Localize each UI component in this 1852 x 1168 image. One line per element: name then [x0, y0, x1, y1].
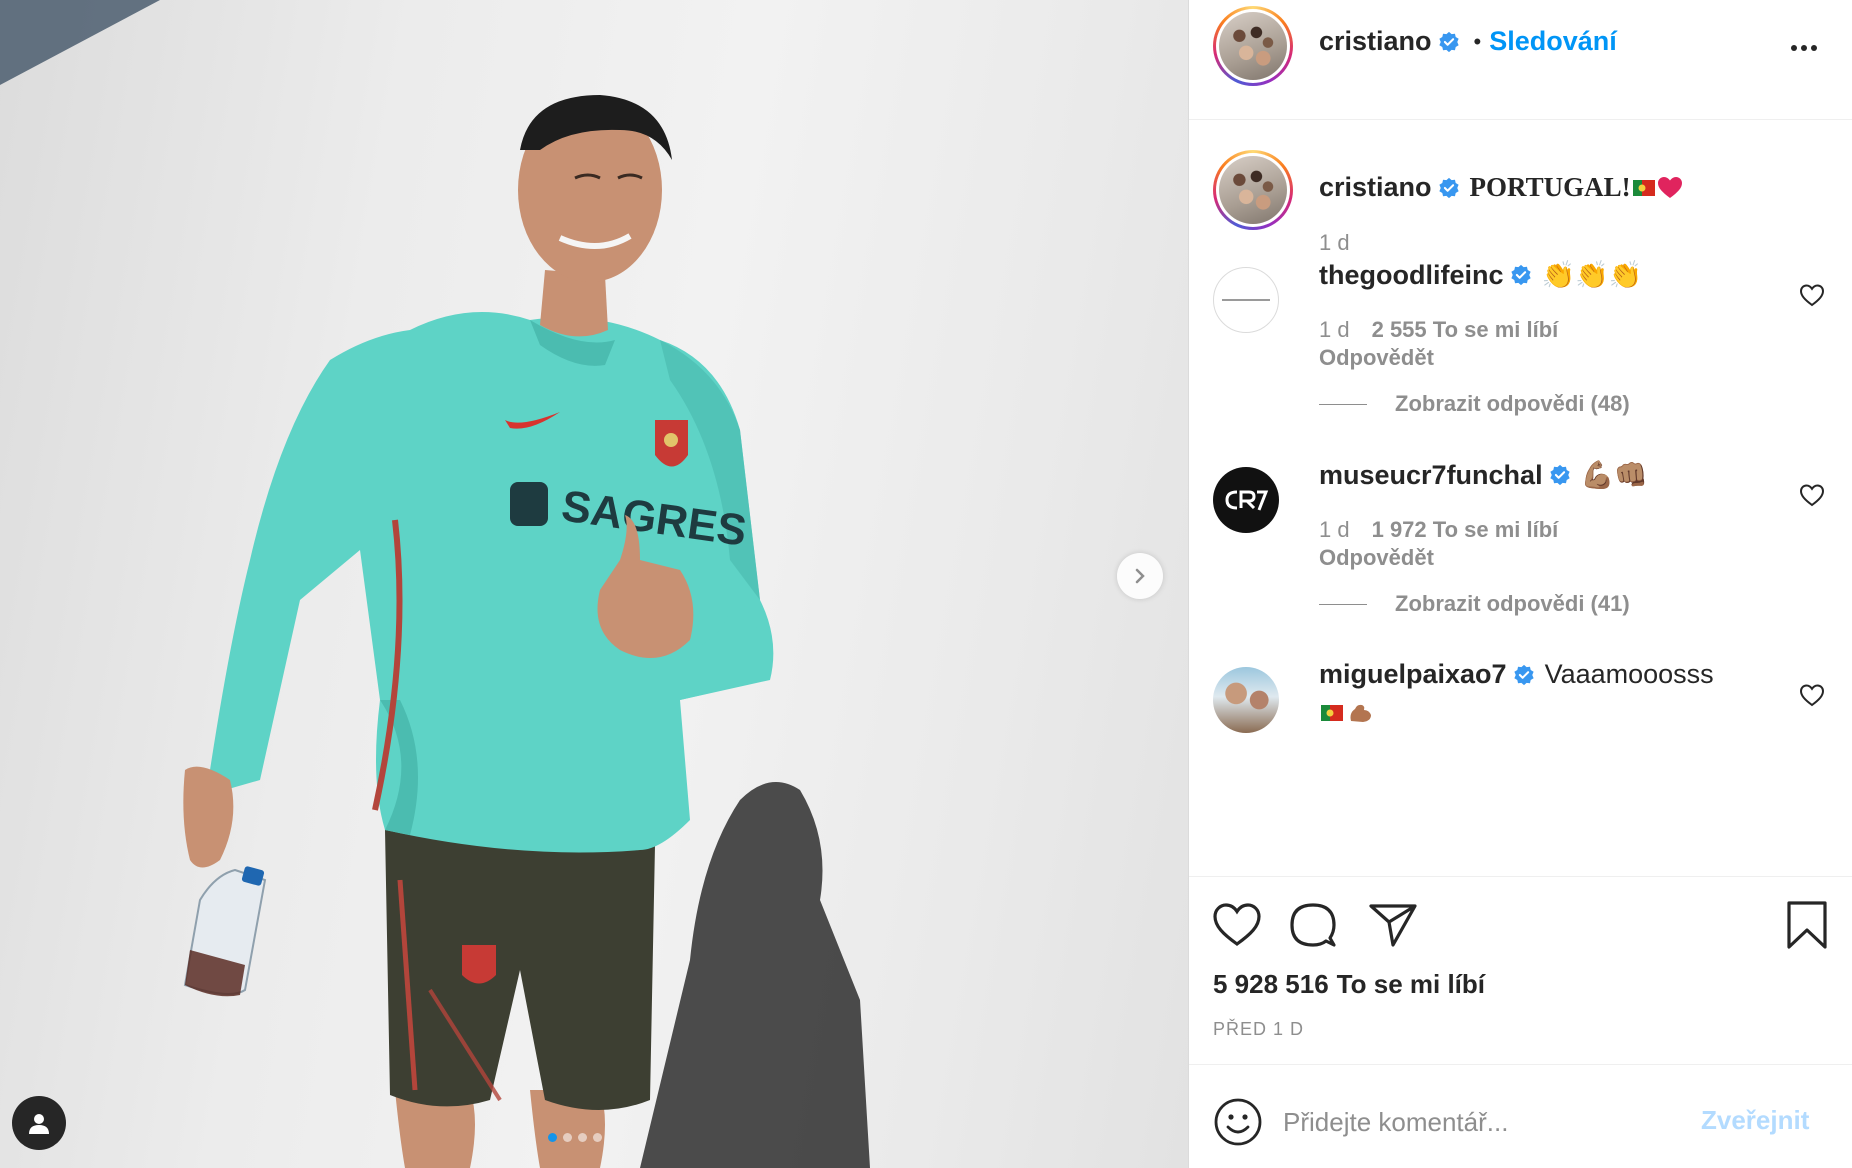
- like-button[interactable]: [1209, 897, 1265, 953]
- comments-section[interactable]: cristiano PORTUGAL! 1 d thegoodlifeinc 👏…: [1189, 121, 1852, 876]
- comment-timestamp: 1 d: [1319, 517, 1350, 542]
- comment-text: 👏👏👏: [1541, 260, 1643, 290]
- commenter-avatar[interactable]: [1213, 467, 1279, 533]
- carousel-dot: [578, 1133, 587, 1142]
- share-button[interactable]: [1365, 897, 1421, 953]
- avatar-image: [1219, 12, 1287, 80]
- post-viewer: SAGRES cristiano • Sledování cristiano P…: [0, 0, 1852, 1168]
- comment-input[interactable]: [1283, 1097, 1683, 1147]
- view-replies-button[interactable]: Zobrazit odpovědi (48): [1319, 391, 1630, 417]
- comment-bubble-icon: [1290, 903, 1336, 947]
- heart-outline-icon: [1213, 903, 1261, 946]
- comment-likes[interactable]: 2 555 To se mi líbí: [1372, 317, 1559, 342]
- commenter-username[interactable]: thegoodlifeinc: [1319, 260, 1504, 291]
- verified-badge-icon: [1549, 464, 1570, 486]
- carousel-dot: [563, 1133, 572, 1142]
- add-comment-bar: Zveřejnit: [1189, 1064, 1852, 1168]
- divider-line: [1319, 603, 1367, 605]
- comment-timestamp: 1 d: [1319, 317, 1350, 342]
- save-button[interactable]: [1779, 897, 1835, 953]
- post-comment-button[interactable]: Zveřejnit: [1701, 1105, 1809, 1136]
- commenter-username[interactable]: museucr7funchal: [1319, 460, 1543, 491]
- post-side-panel: cristiano • Sledování cristiano PORTUGAL…: [1188, 0, 1852, 1168]
- comment-text: Vaaamooosss: [1544, 659, 1714, 689]
- portugal-flag-icon: [1632, 179, 1655, 196]
- chevron-right-icon: [1135, 568, 1145, 584]
- view-replies-label: Zobrazit odpovědi (48): [1395, 391, 1630, 416]
- comment-button[interactable]: [1285, 897, 1341, 953]
- commenter-avatar[interactable]: [1213, 667, 1279, 733]
- carousel-dot: [548, 1133, 557, 1142]
- author-username[interactable]: cristiano: [1319, 26, 1432, 57]
- caption-username[interactable]: cristiano: [1319, 172, 1432, 203]
- verified-badge-icon: [1510, 264, 1531, 286]
- commenter-avatar[interactable]: [1213, 267, 1279, 333]
- comment-meta: 1 d 2 555 To se mi líbí: [1319, 317, 1558, 343]
- portugal-flag-icon: [1321, 705, 1343, 721]
- emoji-icon[interactable]: [1213, 1097, 1263, 1147]
- like-count-label: To se mi líbí: [1336, 969, 1485, 999]
- comment-text: 💪🏽👊🏽: [1580, 460, 1648, 490]
- verified-badge-icon: [1438, 177, 1459, 198]
- view-replies-button[interactable]: Zobrazit odpovědi (41): [1319, 591, 1630, 617]
- paper-plane-icon: [1369, 904, 1417, 947]
- comment-emoji-line: [1319, 701, 1373, 725]
- divider-line: [1319, 403, 1367, 405]
- carousel-indicator: [548, 1133, 602, 1142]
- header-separator: •: [1473, 28, 1482, 54]
- carousel-dot: [593, 1133, 602, 1142]
- heart-icon[interactable]: [1798, 681, 1826, 709]
- following-button[interactable]: Sledování: [1489, 26, 1617, 57]
- caption-text: PORTUGAL!: [1469, 172, 1631, 202]
- red-heart-icon: [1657, 176, 1682, 198]
- photo-illustration: SAGRES: [0, 0, 870, 1168]
- heart-icon[interactable]: [1798, 481, 1826, 509]
- post-timestamp[interactable]: PŘED 1 D: [1213, 1019, 1304, 1040]
- tagged-users-button[interactable]: [12, 1096, 66, 1150]
- cr7-logo: [1225, 490, 1269, 511]
- flexed-biceps-icon: [1350, 704, 1371, 722]
- next-photo-button[interactable]: [1117, 553, 1163, 599]
- reply-button[interactable]: Odpovědět: [1319, 345, 1434, 371]
- caption-timestamp: 1 d: [1319, 230, 1350, 255]
- post-photo[interactable]: SAGRES: [0, 0, 1188, 1168]
- author-avatar[interactable]: [1213, 6, 1293, 86]
- verified-badge-icon: [1438, 31, 1459, 52]
- comment-meta: 1 d 1 972 To se mi líbí: [1319, 517, 1558, 543]
- caption-avatar[interactable]: [1213, 150, 1293, 230]
- comment-line: thegoodlifeinc 👏👏👏: [1319, 259, 1642, 291]
- bookmark-icon: [1787, 901, 1827, 949]
- user-icon: [29, 1114, 49, 1134]
- more-horizontal-icon: [1791, 45, 1817, 51]
- reply-button[interactable]: Odpovědět: [1319, 545, 1434, 571]
- verified-badge-icon: [1513, 664, 1534, 685]
- post-header: cristiano • Sledování: [1189, 0, 1852, 120]
- comment-line: museucr7funchal 💪🏽👊🏽: [1319, 459, 1648, 491]
- caption-line: cristiano PORTUGAL!: [1319, 172, 1683, 203]
- comment-likes[interactable]: 1 972 To se mi líbí: [1372, 517, 1559, 542]
- view-replies-label: Zobrazit odpovědi (41): [1395, 591, 1630, 616]
- post-actions: 5 928 516 To se mi líbí PŘED 1 D: [1189, 876, 1852, 1064]
- avatar-image: [1219, 156, 1287, 224]
- header-user: cristiano • Sledování: [1319, 26, 1617, 57]
- comment-line: miguelpaixao7 Vaaamooosss: [1319, 659, 1714, 690]
- post-like-count[interactable]: 5 928 516 To se mi líbí: [1213, 969, 1485, 1000]
- more-options-button[interactable]: [1784, 36, 1824, 60]
- like-count-number: 5 928 516: [1213, 969, 1329, 999]
- the-good-life-logo: [1222, 299, 1270, 301]
- heart-icon[interactable]: [1798, 281, 1826, 309]
- commenter-username[interactable]: miguelpaixao7: [1319, 659, 1507, 690]
